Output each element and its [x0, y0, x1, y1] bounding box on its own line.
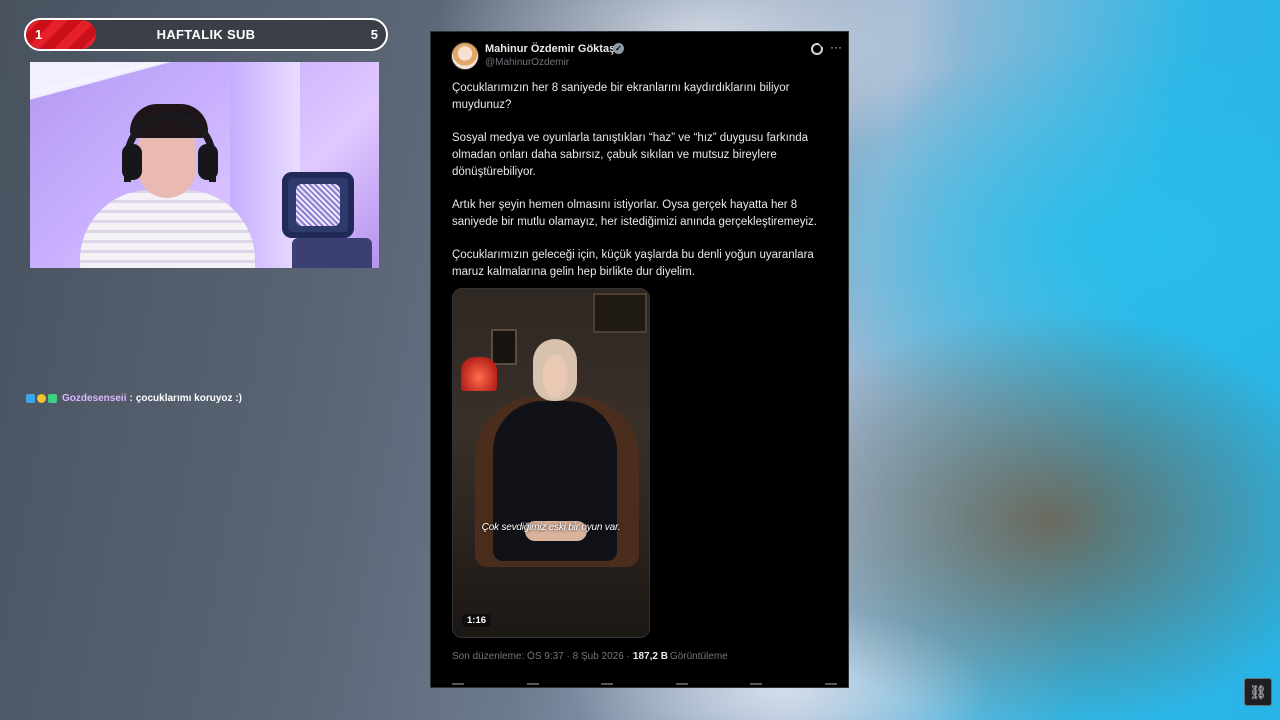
sub-goal-target: 5: [370, 27, 378, 42]
tweet-action-bar: [452, 683, 837, 687]
headphone-right-cup: [198, 144, 218, 180]
microphone-icon: [282, 172, 354, 238]
tweet-paragraph: Sosyal medya ve oyunlarla tanıştıkları “…: [452, 132, 809, 178]
verified-badge-icon: ✓: [613, 43, 624, 54]
sub-goal-title: HAFTALIK SUB: [156, 27, 256, 42]
chat-badge-green-icon: [48, 393, 57, 403]
tweet-meta: Son düzenleme: ÖS 9:37 · 8 Şub 2026 · 187…: [452, 651, 728, 662]
tweet-edited-timestamp[interactable]: Son düzenleme: ÖS 9:37 · 8 Şub 2026 ·: [452, 651, 630, 662]
views-icon[interactable]: [675, 683, 688, 687]
author-handle[interactable]: @MahinurOzdemir: [485, 57, 569, 68]
tweet-video[interactable]: Çok sevdiğimiz eski bir oyun var. 1:16: [452, 288, 650, 638]
video-speaker-head: [533, 339, 577, 401]
author-avatar[interactable]: [451, 42, 479, 70]
tweet-paragraph: Çocuklarımızın her 8 saniyede bir ekranl…: [452, 82, 790, 111]
tweet-card: Mahinur Özdemir Göktaş ✓ @MahinurOzdemir…: [430, 31, 849, 688]
tweet-paragraph: Artık her şeyin hemen olmasını istiyorla…: [452, 198, 817, 228]
chat-username[interactable]: Gozdesenseii: [62, 393, 126, 404]
video-subtitle: Çok sevdiğimiz eski bir oyun var.: [481, 522, 621, 533]
tweet-text: Çocuklarımızın her 8 saniyede bir ekranl…: [452, 80, 837, 297]
weekly-sub-goal-bar: 1 HAFTALIK SUB 5: [24, 18, 388, 51]
chat-badge-blue-icon: [26, 393, 35, 403]
share-icon[interactable]: [824, 683, 837, 687]
streamer-shirt: [80, 190, 255, 268]
webcam-feed: [30, 62, 379, 268]
tweet-paragraph: Çocuklarımızın geleceği için, küçük yaşl…: [452, 248, 814, 278]
bookmark-icon[interactable]: [750, 683, 763, 687]
author-name[interactable]: Mahinur Özdemir Göktaş: [485, 43, 615, 55]
channel-logo-glyph: ⛓: [1249, 683, 1267, 700]
video-lamp: [461, 357, 497, 391]
video-wall-frame: [491, 329, 517, 365]
video-duration: 1:16: [462, 614, 492, 627]
tweet-views-label: Görüntüleme: [669, 651, 728, 662]
microphone-stand: [292, 238, 372, 268]
grok-icon[interactable]: [811, 43, 823, 55]
like-icon[interactable]: [601, 683, 614, 687]
chat-message: Gozdesenseii : çocuklarımı koruyoz :): [26, 391, 242, 405]
retweet-icon[interactable]: [526, 683, 539, 687]
chat-badge-gold-icon: [37, 393, 46, 403]
spider-logo-icon: ⛓: [1244, 678, 1272, 706]
chat-message-text: çocuklarımı koruyoz :): [135, 392, 242, 404]
microphone-grille: [296, 184, 340, 226]
more-options-icon[interactable]: ···: [830, 40, 842, 54]
headphone-left-cup: [122, 144, 142, 180]
tweet-view-count: 187,2 B: [632, 651, 668, 662]
video-wall-painting: [593, 293, 647, 333]
chat-separator: :: [129, 392, 133, 404]
reply-icon[interactable]: [452, 683, 464, 687]
